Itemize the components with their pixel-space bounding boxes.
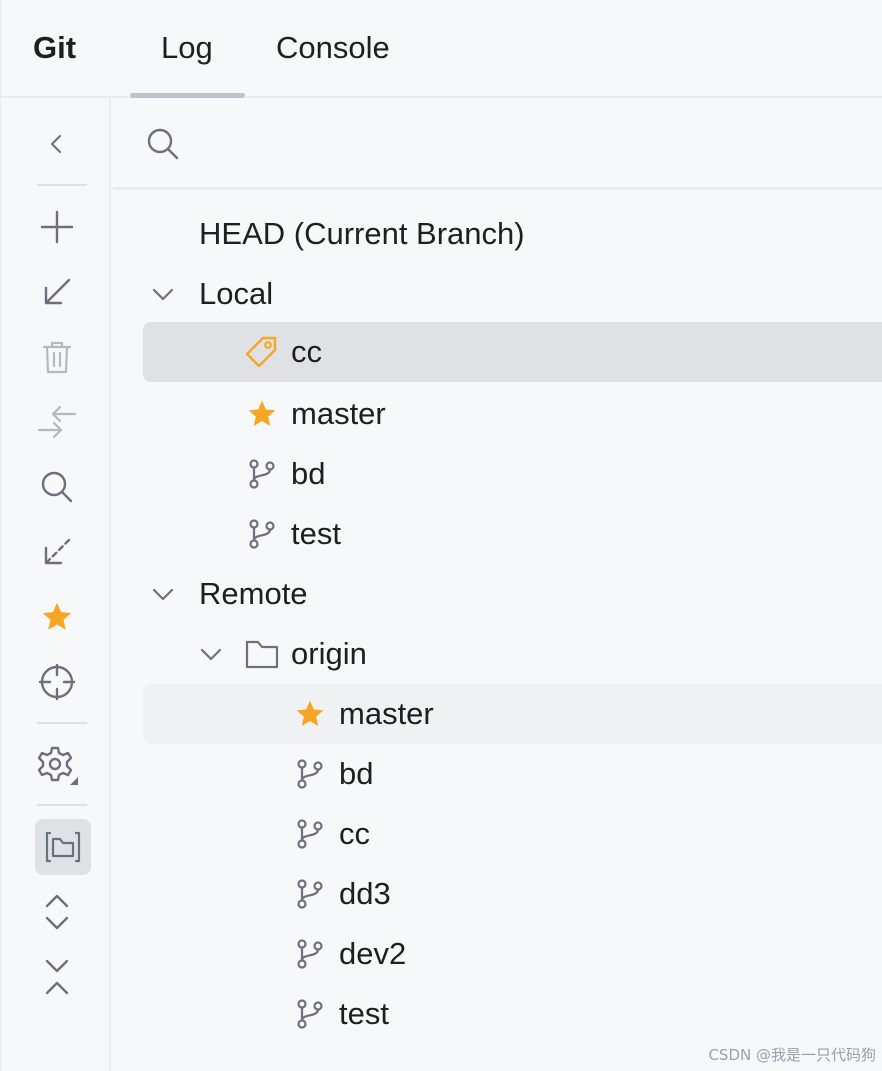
git-tool-window: Git Log Console HEAD (Current Branch) Lo…	[0, 0, 882, 1071]
branch-search-bar	[113, 98, 882, 190]
tree-item-local-branch[interactable]: test	[113, 504, 882, 564]
tree-item-label: cc	[291, 334, 322, 369]
tree-group-remote[interactable]: Remote	[113, 564, 882, 624]
chevron-down-icon[interactable]	[151, 282, 175, 306]
branches-tree: HEAD (Current Branch) Local cc master bd…	[113, 193, 882, 1071]
crosshair-icon	[38, 663, 76, 701]
tree-item-label: bd	[291, 456, 326, 491]
branch-icon	[249, 519, 275, 549]
tree-group-local[interactable]: Local	[113, 264, 882, 324]
locate-button[interactable]	[29, 654, 85, 710]
branch-search-input[interactable]	[193, 122, 857, 168]
branch-icon	[297, 999, 323, 1029]
tree-item-label: cc	[339, 816, 370, 851]
group-by-directory-button[interactable]	[35, 819, 91, 875]
tool-window-title: Git	[33, 30, 77, 65]
toolbar-separator	[37, 722, 87, 724]
collapse-icon	[45, 959, 69, 995]
tree-group-label: origin	[291, 636, 367, 671]
tree-item-label: master	[339, 696, 434, 731]
folder-group-icon	[45, 831, 81, 863]
tree-item-remote-branch[interactable]: cc	[113, 804, 882, 864]
gear-icon	[37, 746, 78, 785]
tree-item-remote-branch[interactable]: dev2	[113, 924, 882, 984]
tree-item-label: HEAD (Current Branch)	[199, 216, 525, 251]
tree-item-label: dd3	[339, 876, 391, 911]
tree-group-origin[interactable]: origin	[113, 624, 882, 684]
compare-arrows-icon	[37, 405, 77, 439]
watermark: CSDN @我是一只代码狗	[708, 1046, 876, 1064]
branches-toolbar	[1, 98, 111, 1071]
tree-group-label: Local	[199, 276, 274, 311]
tree-item-local-branch[interactable]: master	[113, 384, 882, 444]
tree-item-remote-branch[interactable]: test	[113, 984, 882, 1044]
tree-item-remote-branch[interactable]: bd	[113, 744, 882, 804]
arrow-down-left-icon	[44, 278, 71, 305]
toolbar-separator	[37, 184, 87, 186]
plus-icon	[40, 210, 74, 244]
tree-item-label: test	[291, 516, 341, 551]
settings-button[interactable]	[29, 737, 85, 793]
folder-icon	[245, 640, 279, 669]
branch-icon	[249, 459, 275, 489]
branch-icon	[297, 759, 323, 789]
fetch-button[interactable]	[29, 524, 85, 580]
expand-all-button[interactable]	[29, 884, 85, 940]
chevron-down-icon[interactable]	[151, 582, 175, 606]
tag-icon	[245, 336, 277, 368]
chevron-left-icon	[51, 135, 61, 153]
search-icon	[41, 471, 73, 503]
tab-console[interactable]: Console	[276, 28, 390, 68]
star-icon	[42, 602, 72, 630]
tree-item-remote-branch[interactable]: dd3	[113, 864, 882, 924]
collapse-panel-button[interactable]	[29, 116, 85, 172]
chevron-down-icon[interactable]	[199, 642, 223, 666]
expand-icon	[45, 894, 69, 930]
branch-icon	[297, 879, 323, 909]
tree-item-remote-branch[interactable]: master	[143, 684, 882, 744]
tree-item-label: master	[291, 396, 386, 431]
dashed-arrow-down-left-icon	[44, 538, 71, 565]
compare-button[interactable]	[29, 394, 85, 450]
trash-icon	[42, 341, 72, 374]
search-icon	[147, 128, 179, 160]
tool-window-header: Git Log Console	[1, 0, 882, 98]
tree-item-head[interactable]: HEAD (Current Branch)	[113, 204, 882, 264]
tree-item-label: test	[339, 996, 389, 1031]
branch-icon	[297, 939, 323, 969]
tab-log[interactable]: Log	[161, 28, 213, 68]
favorite-button[interactable]	[29, 589, 85, 645]
branch-icon	[297, 819, 323, 849]
new-branch-button[interactable]	[29, 199, 85, 255]
update-button[interactable]	[29, 264, 85, 320]
tree-item-label: bd	[339, 756, 374, 791]
collapse-all-button[interactable]	[29, 949, 85, 1005]
tree-item-local-branch[interactable]: cc	[143, 322, 882, 382]
tree-group-label: Remote	[199, 576, 308, 611]
toolbar-separator	[37, 804, 87, 806]
tree-item-label: dev2	[339, 936, 407, 971]
tree-item-local-branch[interactable]: bd	[113, 444, 882, 504]
star-icon	[296, 700, 324, 726]
star-icon	[248, 400, 276, 426]
delete-branch-button[interactable]	[29, 329, 85, 385]
search-button[interactable]	[29, 459, 85, 515]
